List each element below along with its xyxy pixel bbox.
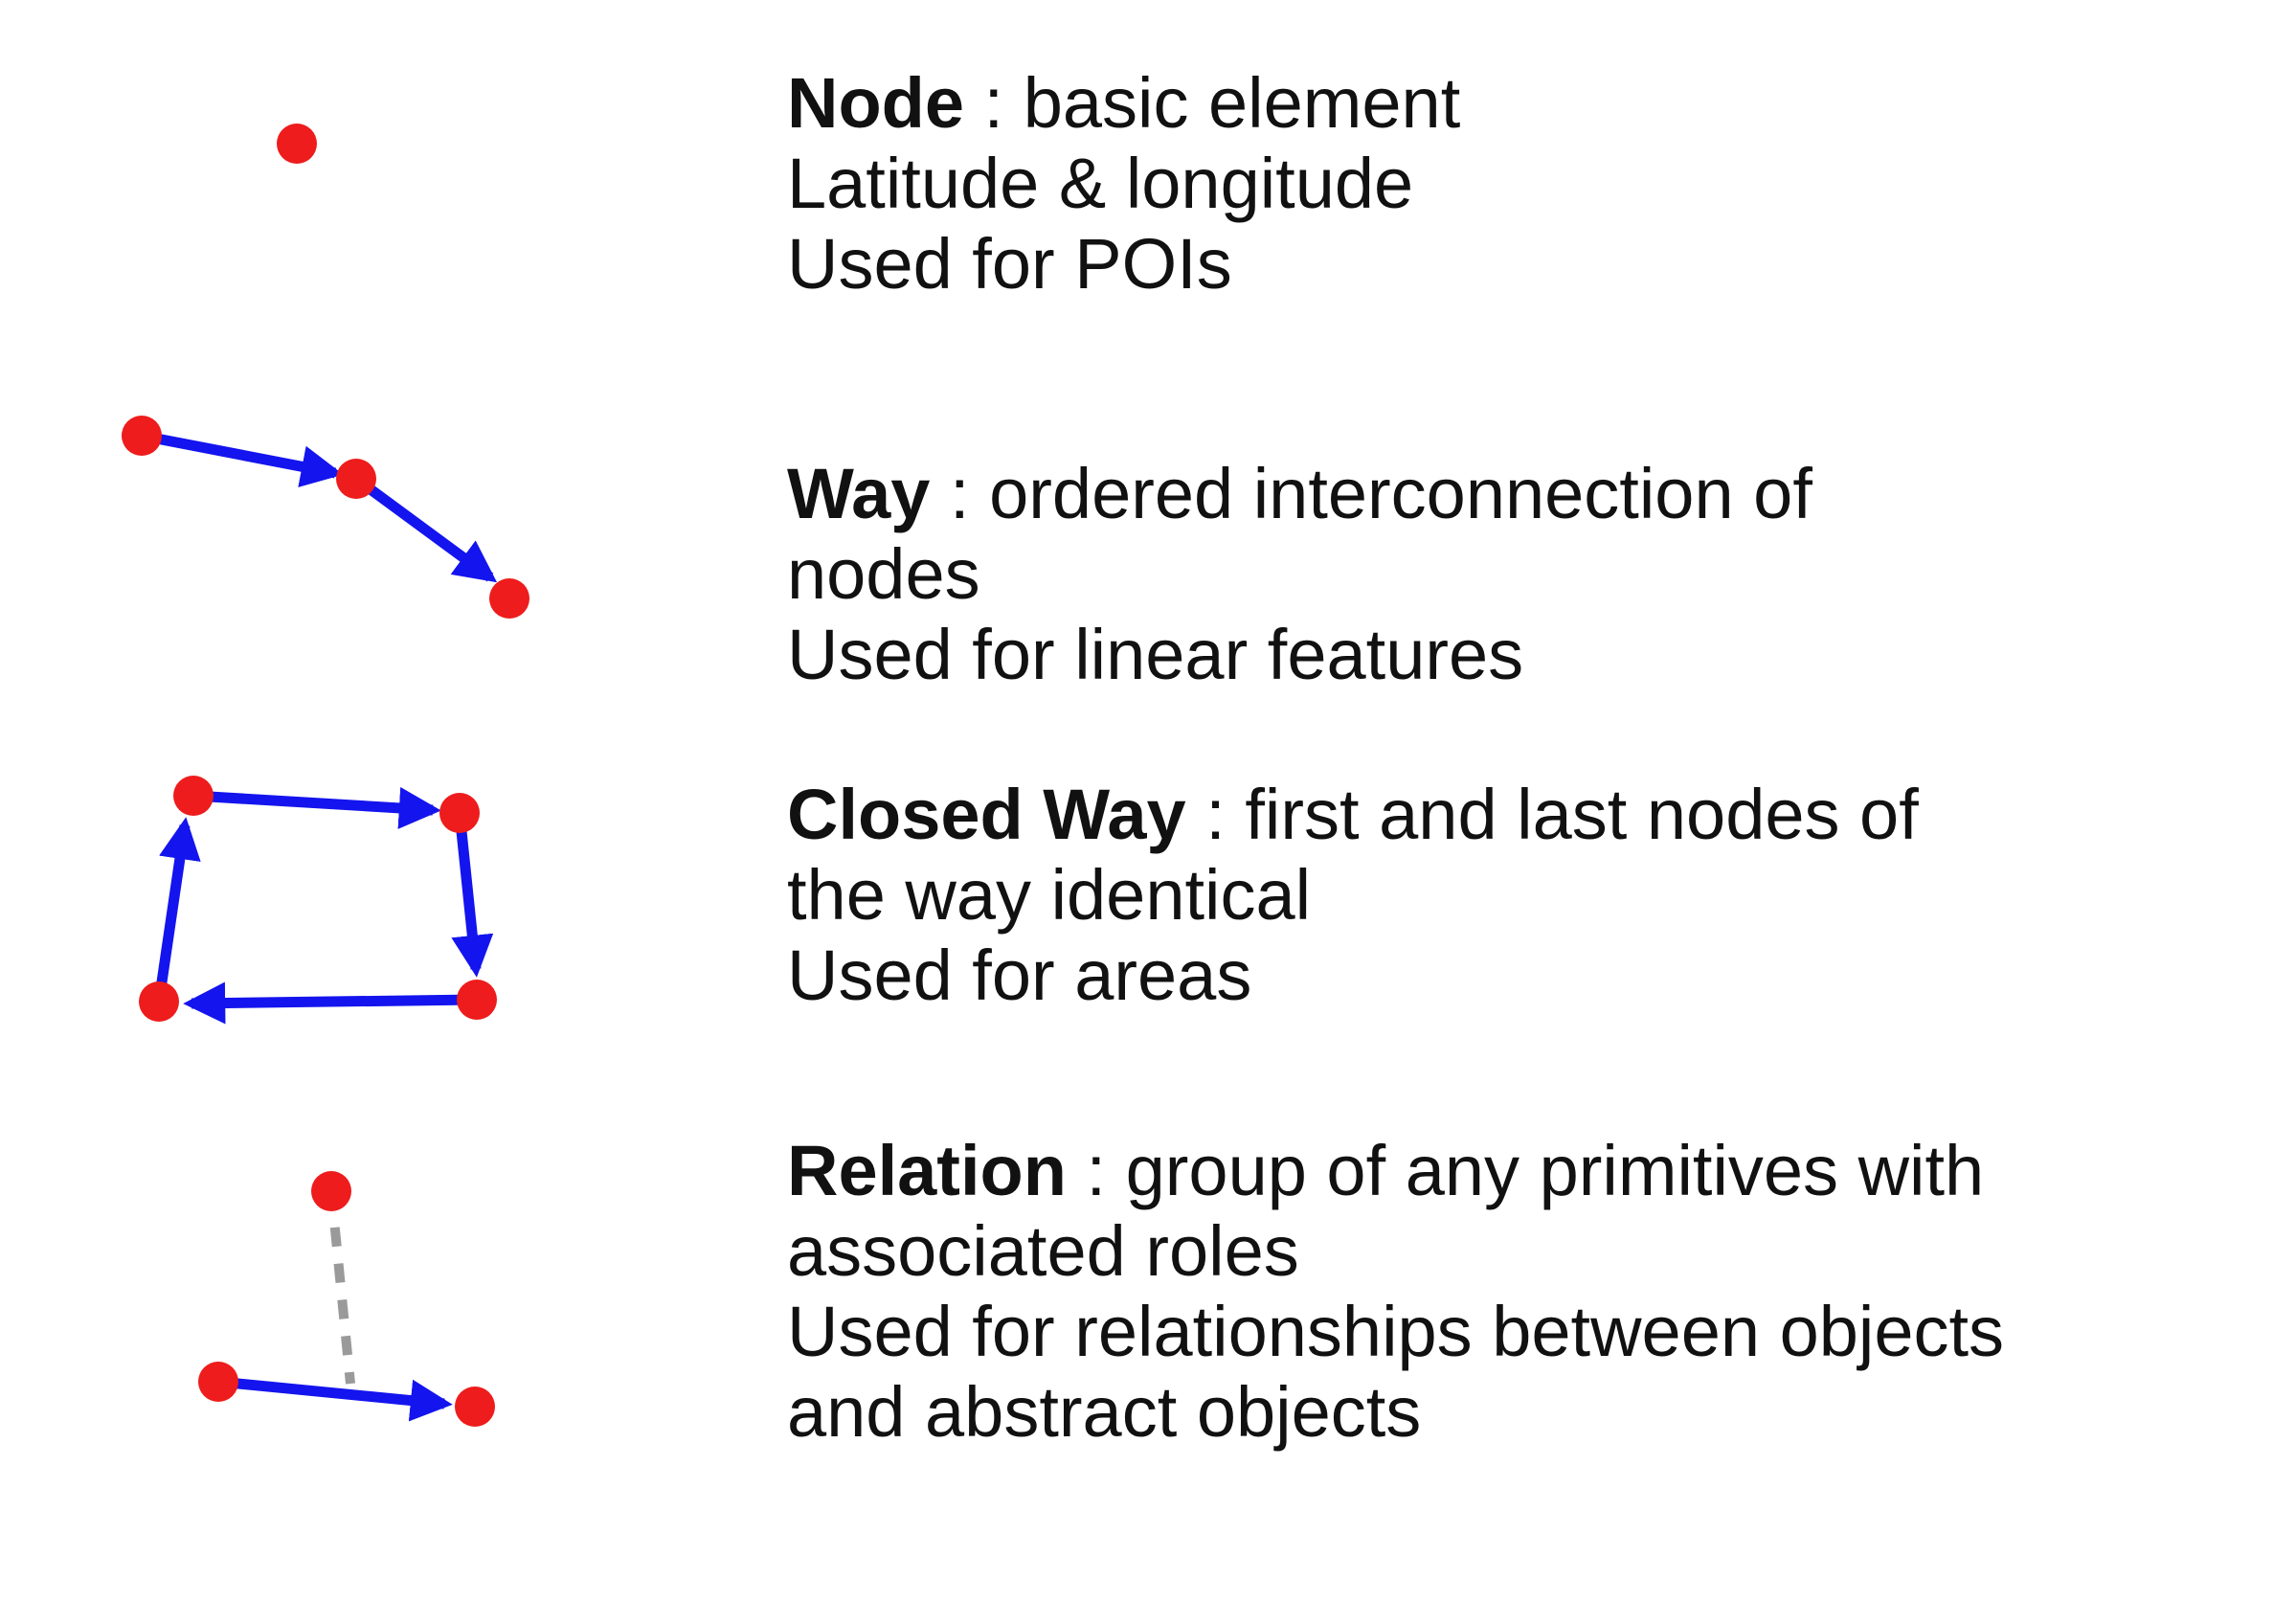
way-term: Way [787, 454, 931, 533]
single-node-icon [277, 124, 317, 164]
closed-way-description: Closed Way : first and last nodes of the… [787, 775, 1919, 1016]
node-term: Node [787, 63, 964, 143]
separator: : [964, 63, 1024, 143]
way-segment [352, 474, 498, 583]
description-line: nodes [787, 534, 980, 614]
closed-way-term: Closed Way [787, 775, 1186, 854]
relation-member-link [326, 1190, 355, 1385]
relation-node [198, 1362, 238, 1402]
closed-way-node [439, 793, 480, 833]
relation-term: Relation [787, 1131, 1067, 1210]
node-heading-line: Node : basic element [787, 63, 1460, 144]
closed-way-node [139, 981, 179, 1022]
description-line: the way identical [787, 855, 1312, 935]
closed-way-segment [183, 981, 478, 1025]
way-heading-line: Way : ordered interconnection of [787, 454, 1812, 534]
way-definition: ordered interconnection of [989, 454, 1812, 533]
relation-node [311, 1171, 351, 1211]
closed-way-node [457, 980, 497, 1020]
way-icon [122, 416, 529, 619]
closed-way-node [173, 776, 214, 816]
closed-way-icon [139, 776, 497, 1025]
relation-node [455, 1387, 495, 1427]
description-line: and abstract objects [787, 1372, 1422, 1452]
way-node [489, 578, 529, 619]
relation-description: Relation : group of any primitives with … [787, 1131, 2004, 1453]
description-line: Used for areas [787, 936, 1252, 1015]
closed-way-segment [153, 817, 201, 1003]
closed-way-segment [451, 812, 494, 978]
separator: : [930, 454, 990, 533]
description-line: Used for relationships between objects [787, 1292, 2005, 1371]
description-line: associated roles [787, 1211, 1299, 1291]
relation-heading-line: Relation : group of any primitives with [787, 1131, 2004, 1211]
way-description: Way : ordered interconnection of nodes U… [787, 454, 1812, 695]
description-line: Used for POIs [787, 224, 1232, 304]
separator: : [1185, 775, 1246, 854]
description-line: Latitude & longitude [787, 144, 1414, 223]
way-node [336, 459, 376, 499]
relation-way-segment [217, 1376, 453, 1422]
node-description: Node : basic element Latitude & longitud… [787, 63, 1460, 304]
closed-way-heading-line: Closed Way : first and last nodes of [787, 775, 1919, 855]
separator: : [1066, 1131, 1126, 1210]
relation-icon [198, 1171, 495, 1427]
way-node [122, 416, 162, 456]
description-line: Used for linear features [787, 615, 1524, 694]
closed-way-definition: first and last nodes of [1245, 775, 1919, 854]
closed-way-segment [192, 786, 441, 829]
node-definition: basic element [1023, 63, 1461, 143]
way-segment [140, 430, 344, 487]
node-point [277, 124, 317, 164]
relation-definition: group of any primitives with [1125, 1131, 1985, 1210]
